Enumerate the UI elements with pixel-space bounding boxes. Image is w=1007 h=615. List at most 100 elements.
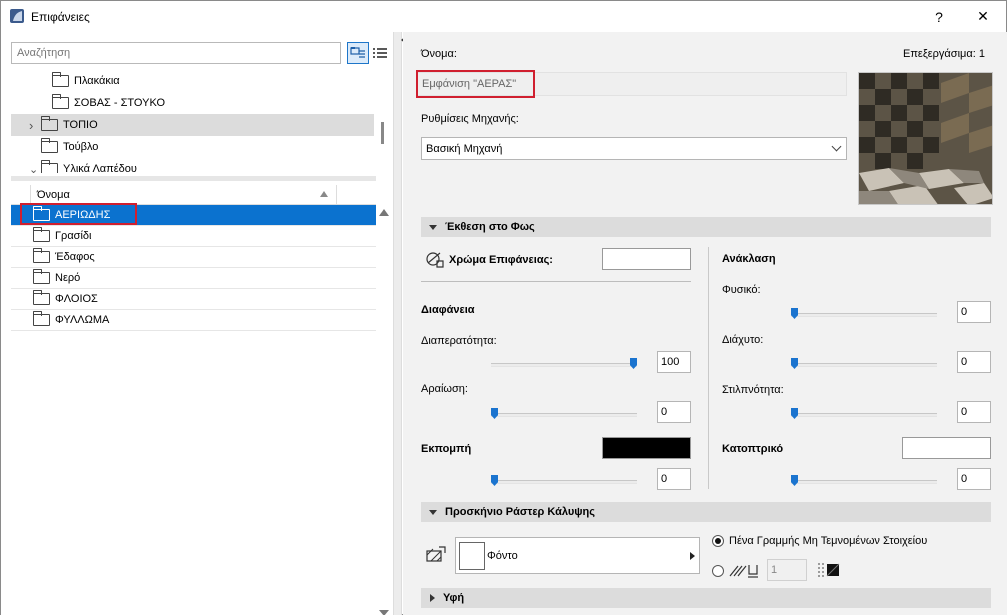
shininess-label: Στιλπνότητα:: [722, 384, 784, 396]
checker-preview-image: [859, 73, 992, 204]
surface-color-swatch[interactable]: [602, 248, 691, 270]
slider-thumb[interactable]: [791, 408, 798, 419]
pane-splitter[interactable]: [11, 176, 376, 181]
folder-tree: Πλακάκια ΣΟΒΑΣ - ΣΤΟΥΚΟ › ΤΟΠΙΟ Τούβλο ⌄…: [11, 70, 376, 173]
attenuation-slider[interactable]: [491, 408, 637, 422]
pen-number-input[interactable]: 1: [767, 559, 807, 581]
tree-item-label: ΤΟΠΙΟ: [63, 119, 98, 131]
slider-thumb[interactable]: [491, 408, 498, 419]
slider-thumb[interactable]: [791, 475, 798, 486]
folder-view-button[interactable]: [347, 42, 369, 64]
list-item[interactable]: ΦΥΛΛΩΜΑ: [11, 310, 376, 331]
natural-label: Φυσικό:: [722, 284, 761, 296]
app-icon: [10, 9, 24, 23]
slider-thumb[interactable]: [630, 358, 637, 369]
name-column-label: Όνομα: [37, 188, 70, 201]
exposure-section-header[interactable]: Έκθεση στο Φως: [421, 217, 991, 237]
slider-thumb[interactable]: [791, 358, 798, 369]
tree-item-label: Υλικά Λαπέδου: [63, 163, 137, 173]
highlight-box: [20, 203, 137, 225]
list-item-label: ΦΛΟΙΟΣ: [55, 293, 98, 305]
transmittance-input[interactable]: 100: [657, 351, 691, 373]
tree-item-selected[interactable]: › ΤΟΠΙΟ: [11, 114, 374, 136]
cover-fill-section-header[interactable]: Προσκήνιο Ράστερ Κάλυψης: [421, 502, 991, 522]
diffuse-input[interactable]: 0: [957, 351, 991, 373]
tree-item[interactable]: ΣΟΒΑΣ - ΣΤΟΥΚΟ: [11, 92, 374, 114]
shininess-input[interactable]: 0: [957, 401, 991, 423]
chevron-down-icon[interactable]: ⌄: [29, 163, 41, 174]
name-column-header[interactable]: Όνομα: [31, 184, 337, 205]
folder-icon: [33, 248, 50, 263]
transparency-title: Διαφάνεια: [421, 304, 475, 316]
texture-section-header[interactable]: Υφή: [421, 588, 991, 608]
list-header: Όνομα: [11, 184, 376, 205]
material-preview: [858, 72, 993, 205]
collapsed-triangle-icon: [430, 594, 435, 602]
fill-type-selector[interactable]: Φόντο: [455, 537, 700, 574]
folder-icon: [52, 72, 69, 87]
folder-icon: [41, 160, 58, 173]
fill-type-label: Φόντο: [487, 550, 518, 562]
attenuation-label: Αραίωση:: [421, 383, 468, 395]
list-item[interactable]: Έδαφος: [11, 247, 376, 268]
list-item[interactable]: ΦΛΟΙΟΣ: [11, 289, 376, 310]
list-item[interactable]: Νερό: [11, 268, 376, 289]
panel-splitter[interactable]: [393, 32, 402, 615]
search-input[interactable]: [11, 42, 341, 64]
surfaces-dialog: Επιφάνειες ? ✕ Πλακάκια ΣΟΒΑΣ -: [0, 0, 1007, 615]
attenuation-input[interactable]: 0: [657, 401, 691, 423]
shininess-slider[interactable]: [791, 408, 937, 422]
tree-item[interactable]: ⌄ Υλικά Λαπέδου: [11, 158, 374, 173]
engine-label: Ρυθμίσεις Μηχανής:: [421, 113, 519, 125]
tree-item[interactable]: Πλακάκια: [11, 70, 374, 92]
emission-input[interactable]: 0: [657, 468, 691, 490]
transmittance-slider[interactable]: [491, 358, 637, 372]
fill-swatch: [459, 542, 485, 570]
column-divider: [708, 247, 709, 489]
transmittance-label: Διαπερατότητα:: [421, 335, 497, 347]
custom-pen-radio[interactable]: [712, 565, 724, 577]
pen-line-radio[interactable]: [712, 535, 724, 547]
expanded-triangle-icon: [429, 224, 437, 230]
editable-count: Επεξεργάσιμα: 1: [903, 48, 985, 60]
specular-slider[interactable]: [791, 475, 937, 489]
slider-thumb[interactable]: [491, 475, 498, 486]
engine-select[interactable]: Βασική Μηχανή: [421, 137, 847, 160]
left-panel: Πλακάκια ΣΟΒΑΣ - ΣΤΟΥΚΟ › ΤΟΠΙΟ Τούβλο ⌄…: [1, 32, 393, 615]
tree-scrollbar[interactable]: [381, 122, 384, 144]
scroll-down-icon[interactable]: [379, 610, 389, 615]
help-button[interactable]: ?: [917, 1, 961, 32]
list-item[interactable]: Γρασίδι: [11, 226, 376, 247]
emission-color-swatch[interactable]: [602, 437, 691, 459]
specular-input[interactable]: 0: [957, 468, 991, 490]
highlight-box: [416, 70, 535, 98]
fill-pattern-icon: [426, 546, 446, 562]
list-item-label: Έδαφος: [55, 251, 95, 263]
scroll-up-icon[interactable]: [379, 209, 389, 216]
list-view-button[interactable]: [369, 42, 391, 64]
tree-item-label: Τούβλο: [63, 141, 99, 153]
emission-slider[interactable]: [491, 475, 637, 489]
pen-color-icon[interactable]: [817, 561, 843, 579]
section-title: Προσκήνιο Ράστερ Κάλυψης: [445, 506, 595, 518]
surface-color-label: Χρώμα Επιφάνειας:: [449, 254, 553, 266]
name-label: Όνομα:: [421, 48, 457, 60]
chevron-right-icon[interactable]: ›: [29, 118, 41, 133]
surface-color-icon: [426, 252, 444, 268]
tree-item-label: Πλακάκια: [74, 75, 120, 87]
slider-thumb[interactable]: [791, 308, 798, 319]
specular-label: Κατοπτρικό: [722, 443, 784, 455]
emission-label: Εκπομπή: [421, 443, 472, 455]
pen-line-label: Πένα Γραμμής Μη Τεμνομένων Στοιχείου: [729, 535, 928, 547]
tree-item[interactable]: Τούβλο: [11, 136, 374, 158]
specular-color-swatch[interactable]: [902, 437, 991, 459]
engine-select-value: Βασική Μηχανή: [426, 143, 503, 155]
diffuse-slider[interactable]: [791, 358, 937, 372]
close-button[interactable]: ✕: [961, 1, 1005, 32]
natural-slider[interactable]: [791, 308, 937, 322]
natural-input[interactable]: 0: [957, 301, 991, 323]
reflection-title: Ανάκλαση: [722, 253, 776, 265]
sort-ascending-icon: [320, 190, 328, 197]
chevron-down-icon: [831, 141, 842, 152]
folder-icon: [52, 94, 69, 109]
